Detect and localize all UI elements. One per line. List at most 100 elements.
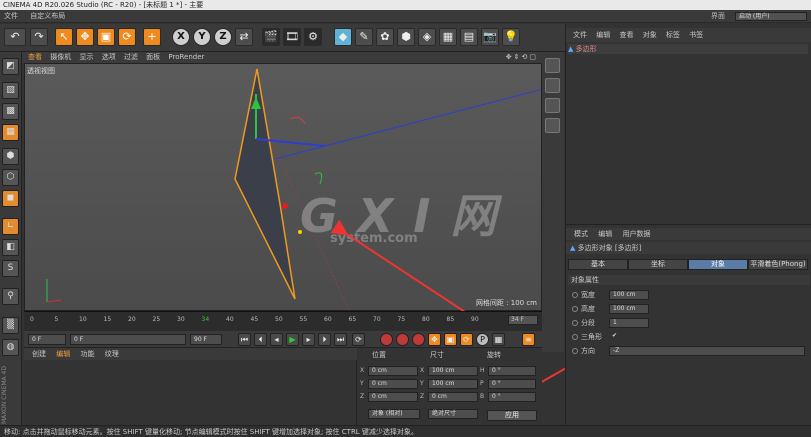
timeline-tick: 75 <box>397 316 406 323</box>
timeline-tick: 70 <box>373 316 381 323</box>
rot-p-field[interactable]: 0 ° <box>488 379 536 389</box>
orientation-dropdown[interactable]: -Z <box>609 346 805 356</box>
key-scale-icon[interactable]: ▣ <box>444 333 457 346</box>
material-menu-create[interactable]: 创建 <box>32 350 46 358</box>
end-frame-field[interactable]: 90 F <box>190 334 222 345</box>
timeline-tick: 30 <box>177 316 185 323</box>
tab-coordinates[interactable]: 坐标 <box>628 259 688 270</box>
apply-button[interactable]: 应用 <box>487 410 537 421</box>
timeline-tick: 25 <box>152 316 161 323</box>
pos-y-field[interactable]: 0 cm <box>368 379 418 389</box>
key-rotation-icon[interactable]: ⟳ <box>460 333 473 346</box>
keyframe-selection-icon[interactable] <box>412 333 425 346</box>
rot-h-field[interactable]: 0 ° <box>488 366 536 376</box>
size-x-field[interactable]: 100 cm <box>428 366 478 376</box>
timeline-tick: 60 <box>324 316 332 323</box>
key-param-icon[interactable]: P <box>476 333 489 346</box>
timeline-tick: 5 <box>54 316 59 323</box>
strip-icon-2[interactable] <box>545 78 560 93</box>
rot-b-label: B <box>480 393 485 400</box>
prev-frame-icon[interactable]: ◂ <box>270 333 283 346</box>
coords-header-rotation: 旋转 <box>487 351 501 359</box>
status-bar: 移动: 点击并拖动鼠标移动元素。按住 SHIFT 键量化移动; 节点编辑模式时按… <box>0 425 811 437</box>
pos-x-field[interactable]: 0 cm <box>368 366 418 376</box>
timeline-tick: 85 <box>446 316 455 323</box>
orientation-row-label: 方向 <box>572 346 595 356</box>
tab-basic[interactable]: 基本 <box>568 259 628 270</box>
start-frame-field[interactable]: 0 F <box>28 334 66 345</box>
object-menu-view[interactable]: 查看 <box>619 31 633 39</box>
strip-icon-1[interactable] <box>545 58 560 73</box>
rot-p-label: P <box>480 380 484 387</box>
rot-b-field[interactable]: 0 ° <box>488 392 536 402</box>
pos-z-field[interactable]: 0 cm <box>368 392 418 402</box>
material-menu: 创建 编辑 功能 纹理 <box>24 348 357 360</box>
object-menu-tags[interactable]: 标签 <box>666 31 680 39</box>
timeline-tick: 15 <box>103 316 112 323</box>
segments-field[interactable]: 1 <box>609 318 649 328</box>
key-pla-icon[interactable]: ▦ <box>492 333 505 346</box>
pos-x-label: X <box>360 367 365 374</box>
object-menu-edit[interactable]: 编辑 <box>596 31 610 39</box>
width-field[interactable]: 100 cm <box>609 290 649 300</box>
autokey-icon[interactable] <box>396 333 409 346</box>
next-key-icon[interactable]: ⏵ <box>318 333 331 346</box>
transport-bar: 0 F 0 F 90 F ⏮ ⏴ ◂ ▶ ▸ ⏵ ⏭ ⟳ ✥ ▣ ⟳ P ▦ ≡ <box>24 331 542 348</box>
triangle-checkbox[interactable]: ✔ <box>609 332 621 342</box>
timeline-tick: 80 <box>422 316 430 323</box>
attribute-title: ▲ 多边形对象 [多边形] <box>566 242 811 254</box>
prev-key-icon[interactable]: ⏴ <box>254 333 267 346</box>
tab-phong[interactable]: 平滑着色(Phong) <box>748 259 808 270</box>
strip-icon-3[interactable] <box>545 98 560 113</box>
key-position-icon[interactable]: ✥ <box>428 333 441 346</box>
record-icon[interactable] <box>380 333 393 346</box>
width-row-label: 宽度 <box>572 290 595 300</box>
coord-mode-dropdown[interactable]: 对象 (相对) <box>368 409 420 419</box>
timeline-tick: 65 <box>348 316 357 323</box>
attr-menu-edit[interactable]: 编辑 <box>598 230 612 238</box>
coords-header-size: 尺寸 <box>430 351 444 359</box>
height-row-label: 高度 <box>572 304 595 314</box>
coords-header-position: 位置 <box>372 351 386 359</box>
material-menu-texture[interactable]: 纹理 <box>105 350 119 358</box>
timeline-end-frame[interactable]: 34 F <box>508 315 538 325</box>
rot-h-label: H <box>480 367 485 374</box>
timeline-tick: 34 <box>201 316 210 323</box>
height-field[interactable]: 100 cm <box>609 304 649 314</box>
strip-icon-4[interactable] <box>545 118 560 133</box>
attr-menu-userdata[interactable]: 用户数据 <box>622 230 650 238</box>
material-menu-edit[interactable]: 编辑 <box>56 350 70 358</box>
attr-menu-mode[interactable]: 模式 <box>574 230 588 238</box>
size-y-field[interactable]: 100 cm <box>428 379 478 389</box>
timeline-tick: 40 <box>226 316 234 323</box>
triangle-row-label: 三角形 <box>572 332 602 342</box>
attribute-title-text: 多边形对象 [多边形] <box>577 244 642 252</box>
object-menu-objects[interactable]: 对象 <box>643 31 657 39</box>
goto-end-icon[interactable]: ⏭ <box>334 333 347 346</box>
size-y-label: Y <box>420 380 424 387</box>
play-icon[interactable]: ▶ <box>286 333 299 346</box>
timeline-tick: 20 <box>128 316 136 323</box>
attribute-manager: 模式 编辑 用户数据 ▲ 多边形对象 [多边形] 基本 坐标 对象 平滑着色(P… <box>565 224 811 425</box>
polygon-object-icon: ▲ <box>570 244 576 252</box>
loop-icon[interactable]: ⟳ <box>352 333 365 346</box>
next-frame-icon[interactable]: ▸ <box>302 333 315 346</box>
timeline[interactable]: 0 5 10 15 20 25 30 34 40 45 50 55 60 65 70 75 80 85 90 34 … <box>24 311 542 331</box>
object-menu-bookmarks[interactable]: 书签 <box>689 31 703 39</box>
object-menu: 文件 编辑 查看 对象 标签 书签 <box>566 28 811 42</box>
tab-object[interactable]: 对象 <box>688 259 748 270</box>
object-menu-file[interactable]: 文件 <box>573 31 587 39</box>
timeline-tick: 10 <box>79 316 87 323</box>
segments-row-label: 分段 <box>572 318 595 328</box>
timeline-tick: 45 <box>250 316 259 323</box>
object-row-polygon[interactable]: ▲ 多边形 <box>568 44 808 54</box>
size-mode-dropdown[interactable]: 绝对尺寸 <box>428 409 478 419</box>
timeline-menu-icon[interactable]: ≡ <box>522 333 535 346</box>
size-z-field[interactable]: 0 cm <box>428 392 478 402</box>
size-z-label: Z <box>420 393 425 400</box>
current-frame-field[interactable]: 0 F <box>70 334 186 345</box>
pos-y-label: Y <box>360 380 364 387</box>
material-menu-function[interactable]: 功能 <box>80 350 94 358</box>
attribute-menu: 模式 编辑 用户数据 <box>566 228 811 240</box>
goto-start-icon[interactable]: ⏮ <box>238 333 251 346</box>
